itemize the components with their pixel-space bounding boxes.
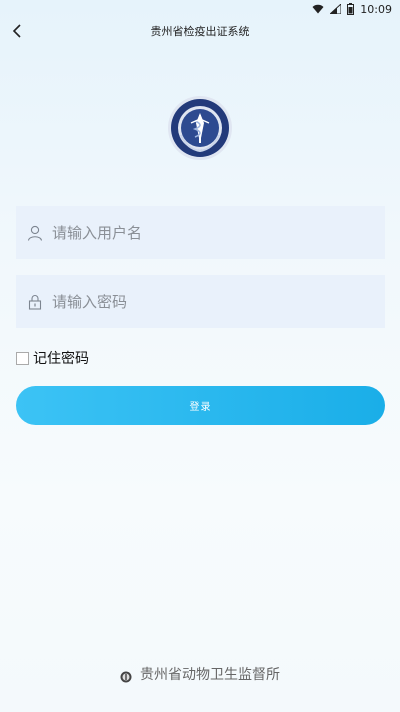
chevron-left-icon: [12, 24, 21, 38]
remember-checkbox[interactable]: [16, 351, 29, 365]
footer-emblem-icon: [120, 668, 132, 683]
app-header: 贵州省检疫出证系统: [0, 18, 400, 44]
wifi-icon: [312, 4, 324, 14]
remember-password[interactable]: 记住密码: [16, 348, 89, 368]
battery-icon: [347, 3, 355, 15]
password-field[interactable]: [16, 275, 385, 328]
page-title: 贵州省检疫出证系统: [150, 25, 250, 38]
status-bar: 10:09: [0, 0, 400, 18]
user-icon: [26, 224, 44, 242]
lock-icon: [26, 293, 44, 311]
footer: 贵州省动物卫生监督所: [0, 664, 400, 684]
remember-label: 记住密码: [33, 351, 89, 367]
back-button[interactable]: [6, 20, 28, 42]
username-input[interactable]: [52, 206, 385, 259]
footer-org-name: 贵州省动物卫生监督所: [140, 667, 280, 683]
password-input[interactable]: [52, 275, 385, 328]
status-time: 10:09: [360, 2, 392, 16]
emblem-logo-icon: [167, 95, 233, 161]
login-button[interactable]: 登录: [16, 386, 385, 425]
username-field[interactable]: [16, 206, 385, 259]
signal-icon: [330, 4, 342, 14]
